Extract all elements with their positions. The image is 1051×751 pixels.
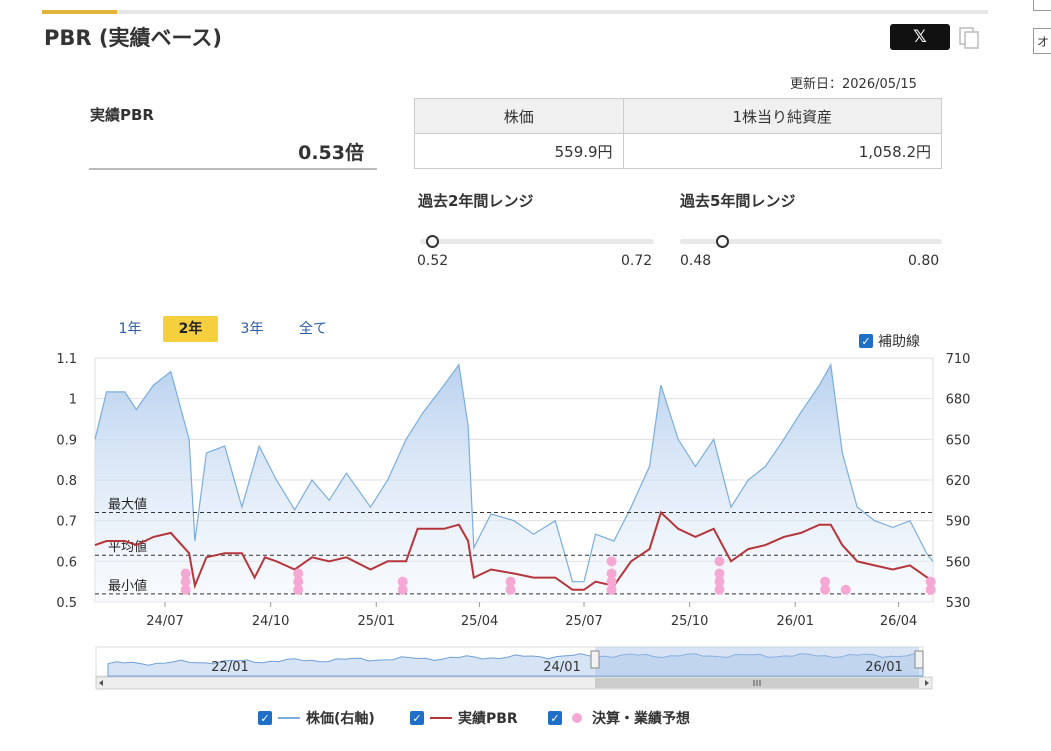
event-marker bbox=[925, 576, 936, 587]
x-tick-label: 24/07 bbox=[146, 614, 183, 629]
legend-price-label: 株価(右軸) bbox=[306, 711, 375, 727]
event-legend-swatch bbox=[572, 713, 582, 723]
event-marker bbox=[397, 576, 408, 587]
navigator-label: 26/01 bbox=[865, 660, 902, 675]
legend-price[interactable]: ✓ 株価(右軸) bbox=[258, 708, 375, 728]
navigator-handle bbox=[590, 650, 600, 669]
reference-line-label: 最大値 bbox=[108, 497, 147, 513]
left-tick-label: 0.9 bbox=[56, 433, 77, 448]
event-marker bbox=[505, 576, 516, 587]
left-tick-label: 0.7 bbox=[56, 515, 77, 530]
event-marker bbox=[840, 584, 851, 595]
x-tick-label: 25/07 bbox=[565, 614, 602, 629]
legend-events-label: 決算・業績予想 bbox=[592, 711, 690, 727]
left-tick-label: 1.1 bbox=[56, 352, 77, 367]
right-tick-label: 560 bbox=[946, 555, 971, 570]
navigator[interactable]: 22/01 24/01 26/01 bbox=[95, 646, 933, 690]
checkbox-icon[interactable]: ✓ bbox=[548, 711, 562, 725]
legend-pbr[interactable]: ✓ 実績PBR bbox=[410, 708, 518, 728]
right-tick-label: 680 bbox=[946, 393, 971, 408]
navigator-label: 22/01 bbox=[211, 660, 248, 675]
x-tick-label: 26/04 bbox=[880, 614, 917, 629]
event-marker bbox=[606, 556, 617, 567]
event-marker bbox=[820, 576, 831, 587]
event-marker bbox=[606, 568, 617, 579]
x-tick-label: 24/10 bbox=[252, 614, 289, 629]
right-tick-label: 530 bbox=[946, 596, 971, 611]
price-legend-swatch bbox=[278, 717, 300, 719]
x-tick-label: 25/01 bbox=[358, 614, 395, 629]
x-tick-label: 25/10 bbox=[671, 614, 708, 629]
left-tick-label: 1 bbox=[69, 393, 77, 408]
left-tick-label: 0.6 bbox=[56, 555, 77, 570]
pbr-legend-swatch bbox=[430, 717, 452, 719]
right-tick-label: 590 bbox=[946, 515, 971, 530]
event-marker bbox=[714, 556, 725, 567]
x-tick-label: 26/01 bbox=[777, 614, 814, 629]
left-tick-label: 0.8 bbox=[56, 474, 77, 489]
right-tick-label: 650 bbox=[946, 433, 971, 448]
right-tick-label: 620 bbox=[946, 474, 971, 489]
event-marker bbox=[293, 568, 304, 579]
price-area bbox=[95, 364, 933, 602]
right-tick-label: 710 bbox=[946, 352, 971, 367]
checkbox-icon[interactable]: ✓ bbox=[410, 711, 424, 725]
event-marker bbox=[180, 568, 191, 579]
event-marker bbox=[714, 568, 725, 579]
navigator-handle bbox=[914, 650, 924, 669]
legend-pbr-label: 実績PBR bbox=[458, 711, 518, 727]
pbr-chart: 最大値平均値最小値 1.1 7101 6800.9 6500.8 6200.7 5900.… bbox=[56, 352, 971, 690]
reference-line-label: 最小値 bbox=[108, 578, 147, 594]
left-tick-label: 0.5 bbox=[56, 596, 77, 611]
x-tick-label: 25/04 bbox=[461, 614, 498, 629]
checkbox-icon[interactable]: ✓ bbox=[258, 711, 272, 725]
legend-events[interactable]: ✓ 決算・業績予想 bbox=[548, 708, 690, 728]
navigator-label: 24/01 bbox=[543, 660, 580, 675]
